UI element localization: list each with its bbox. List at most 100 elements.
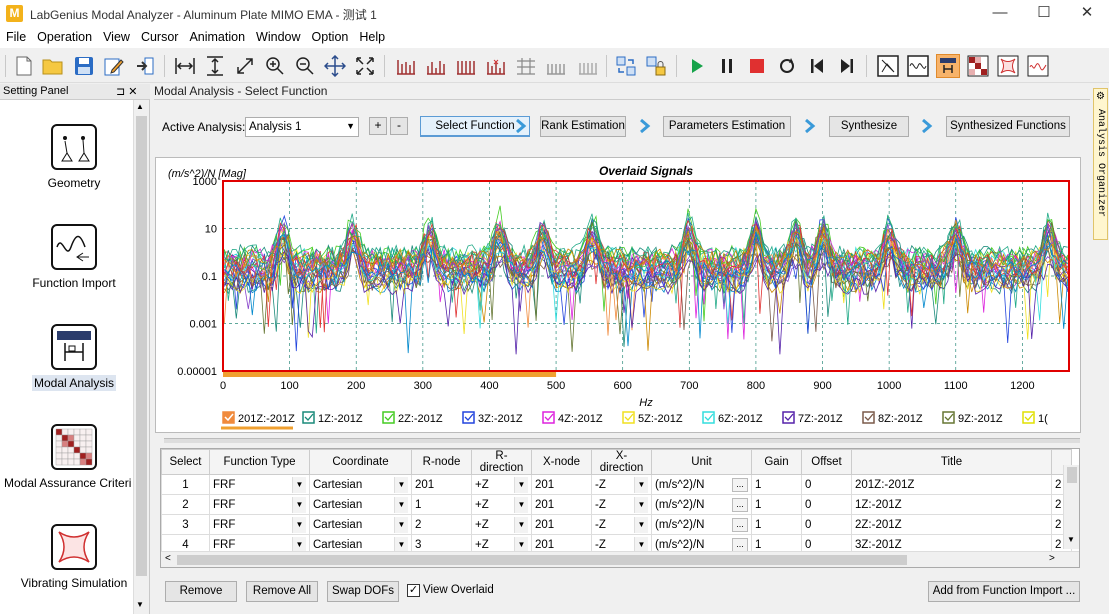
legend-label[interactable]: 7Z:-201Z: [798, 413, 843, 425]
column-header[interactable]: Gain: [751, 449, 802, 475]
cell-offset[interactable]: 0: [801, 494, 852, 515]
table-row[interactable]: 1 FRF ▼ Cartesian ▼ 201 +Z ▼ 201 -Z ▼ (m/s^2)/N... 1…: [161, 474, 1072, 495]
chevron-down-icon[interactable]: ▼: [634, 516, 648, 533]
cell-unit[interactable]: (m/s^2)/N...: [651, 494, 752, 515]
menu-view[interactable]: View: [97, 28, 135, 44]
grid-view-6-icon[interactable]: [544, 54, 568, 78]
grid-view-2-icon[interactable]: [424, 54, 448, 78]
splitter-handle[interactable]: [164, 438, 1080, 443]
cell-offset[interactable]: 0: [801, 474, 852, 495]
zoom-fit-icon[interactable]: [353, 54, 377, 78]
chevron-down-icon[interactable]: ▼: [292, 496, 306, 513]
scroll-down-icon[interactable]: ▼: [136, 600, 144, 609]
chart-canvas[interactable]: (m/s^2)/N [Mag] Overlaid Signals1000100.1…: [156, 158, 1080, 432]
chevron-down-icon[interactable]: ▼: [514, 516, 528, 533]
cell-x-node[interactable]: 201: [531, 494, 592, 515]
fit-height-icon[interactable]: [203, 54, 227, 78]
cell-unit[interactable]: (m/s^2)/N...: [651, 474, 752, 495]
vibration-tool-icon[interactable]: [996, 54, 1020, 78]
unit-browse-button[interactable]: ...: [732, 517, 748, 532]
zoom-out-icon[interactable]: [293, 54, 317, 78]
scroll-down-icon[interactable]: ▼: [1067, 535, 1075, 544]
cell-coordinate[interactable]: Cartesian ▼: [309, 494, 412, 515]
column-header[interactable]: Unit: [651, 449, 752, 475]
cell-r-direction[interactable]: +Z ▼: [471, 474, 532, 495]
cell-select[interactable]: 3: [161, 514, 210, 535]
grid-view-3-icon[interactable]: [454, 54, 478, 78]
menu-help[interactable]: Help: [353, 28, 390, 44]
cell-unit[interactable]: (m/s^2)/N...: [651, 514, 752, 535]
legend-label[interactable]: 3Z:-201Z: [478, 413, 523, 425]
legend-label[interactable]: 6Z:-201Z: [718, 413, 763, 425]
module-label-modal-analysis[interactable]: Modal Analysis: [4, 375, 144, 391]
column-header[interactable]: Coordinate: [309, 449, 412, 475]
chevron-down-icon[interactable]: ▼: [292, 516, 306, 533]
import-icon[interactable]: [133, 54, 157, 78]
chevron-down-icon[interactable]: ▼: [394, 476, 408, 493]
column-header[interactable]: R-node: [411, 449, 472, 475]
module-label-vibrating-simulation[interactable]: Vibrating Simulation: [4, 576, 144, 590]
step-synthesize[interactable]: Synthesize: [829, 116, 909, 137]
column-header[interactable]: Select: [161, 449, 210, 475]
cell-r-direction[interactable]: +Z ▼: [471, 494, 532, 515]
legend-label[interactable]: 1(: [1038, 413, 1048, 425]
vibrating-simulation-icon[interactable]: [51, 524, 97, 570]
cell-r-node[interactable]: 2: [411, 514, 472, 535]
column-header[interactable]: X-node: [531, 449, 592, 475]
cell-x-node[interactable]: 201: [531, 474, 592, 495]
legend-label[interactable]: 4Z:-201Z: [558, 413, 603, 425]
table-hscrollbar[interactable]: < >: [161, 551, 1079, 567]
skip-start-icon[interactable]: [805, 54, 829, 78]
column-header[interactable]: Title: [851, 449, 1052, 475]
hscroll-thumb[interactable]: [177, 555, 907, 565]
function-tool-icon[interactable]: [906, 54, 930, 78]
new-file-icon[interactable]: [12, 54, 36, 78]
scroll-left-icon[interactable]: <: [165, 553, 171, 564]
lock-icon[interactable]: [644, 54, 668, 78]
unit-browse-button[interactable]: ...: [732, 497, 748, 512]
legend-label[interactable]: 2Z:-201Z: [398, 413, 443, 425]
column-header[interactable]: Function Type: [209, 449, 310, 475]
cell-r-node[interactable]: 1: [411, 494, 472, 515]
cell-function-type[interactable]: FRF ▼: [209, 514, 310, 535]
column-header[interactable]: X-direction: [591, 449, 652, 475]
legend-label[interactable]: 1Z:-201Z: [318, 413, 363, 425]
cell-coordinate[interactable]: Cartesian ▼: [309, 514, 412, 535]
cell-x-node[interactable]: 201: [531, 514, 592, 535]
cell-title[interactable]: 1Z:-201Z: [851, 494, 1052, 515]
function-import-icon[interactable]: [51, 224, 97, 270]
cell-gain[interactable]: 1: [751, 514, 802, 535]
menu-option[interactable]: Option: [306, 28, 354, 44]
maximize-button[interactable]: ☐: [1021, 0, 1067, 28]
add-analysis-button[interactable]: +: [369, 117, 387, 135]
pan-icon[interactable]: [323, 54, 347, 78]
open-folder-icon[interactable]: [41, 54, 65, 78]
chevron-down-icon[interactable]: ▼: [394, 496, 408, 513]
cell-r-node[interactable]: 201: [411, 474, 472, 495]
overlaid-signals-chart[interactable]: (m/s^2)/N [Mag] Overlaid Signals 1000 10 0.1…: [155, 157, 1081, 433]
zoom-in-icon[interactable]: [263, 54, 287, 78]
menu-operation[interactable]: Operation: [31, 28, 97, 44]
geometry-icon[interactable]: [51, 124, 97, 170]
cell-r-direction[interactable]: +Z ▼: [471, 514, 532, 535]
cell-x-direction[interactable]: -Z ▼: [591, 474, 652, 495]
active-analysis-select[interactable]: Analysis 1 ▼: [245, 117, 359, 137]
minimize-button[interactable]: —: [977, 0, 1023, 28]
chevron-down-icon[interactable]: ▼: [634, 476, 648, 493]
modal-tool-icon[interactable]: [936, 54, 960, 78]
remove-all-button[interactable]: Remove All: [246, 581, 318, 602]
cell-gain[interactable]: 1: [751, 474, 802, 495]
view-overlaid-checkbox[interactable]: ✓: [407, 584, 420, 597]
pause-icon[interactable]: [715, 54, 739, 78]
column-header[interactable]: Offset: [801, 449, 852, 475]
swap-dofs-button[interactable]: Swap DOFs: [327, 581, 399, 602]
scroll-right-icon[interactable]: >: [1049, 553, 1055, 564]
unit-browse-button[interactable]: ...: [732, 537, 748, 552]
grid-view-1-icon[interactable]: [394, 54, 418, 78]
play-icon[interactable]: [685, 54, 709, 78]
module-label-function-import[interactable]: Function Import: [4, 276, 144, 290]
remove-analysis-button[interactable]: -: [390, 117, 408, 135]
module-label-mac[interactable]: Modal Assurance Criteri: [0, 476, 140, 490]
legend-label[interactable]: 9Z:-201Z: [958, 413, 1003, 425]
signal-tool-icon[interactable]: [1026, 54, 1050, 78]
